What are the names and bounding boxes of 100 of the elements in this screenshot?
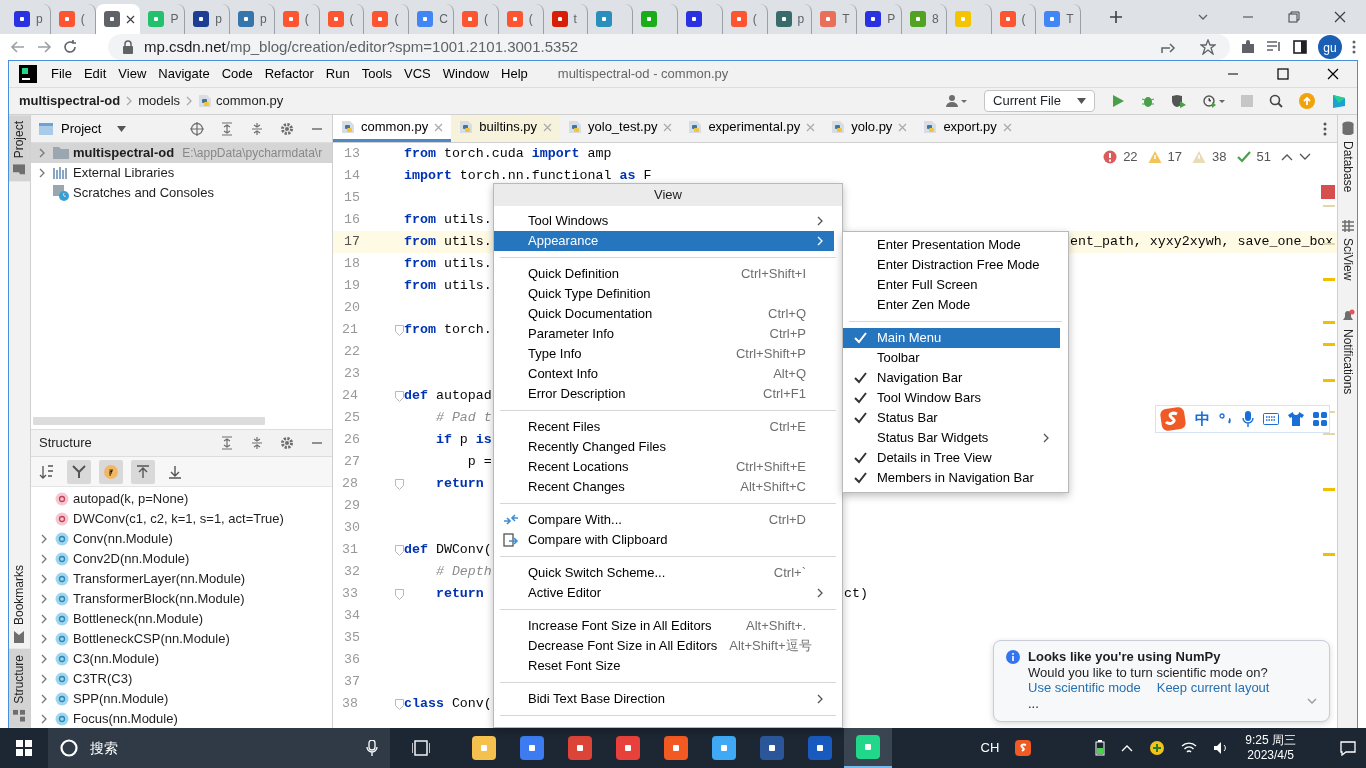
menu-item[interactable]: Enter Full Screen	[843, 275, 1060, 295]
structure-item[interactable]: TransformerBlock(nn.Module)	[31, 589, 332, 609]
shirt-icon[interactable]	[1288, 412, 1304, 426]
grid-icon[interactable]	[1313, 412, 1327, 426]
menu-item[interactable]: Tools	[355, 64, 399, 84]
chevron-up-icon[interactable]	[1121, 744, 1134, 752]
debug-icon[interactable]	[1141, 94, 1155, 108]
menu-item[interactable]: Quick Switch Scheme... Ctrl+`	[494, 563, 834, 583]
punctuation-icon[interactable]	[1219, 412, 1233, 426]
reload-icon[interactable]	[62, 39, 78, 55]
menu-item[interactable]: Enter Distraction Free Mode	[843, 255, 1060, 275]
menu-item[interactable]: Recent Locations Ctrl+Shift+E	[494, 457, 834, 477]
tool-window-tab[interactable]: Notifications	[1338, 302, 1357, 401]
editor-tab[interactable]: builtins.py	[451, 115, 560, 142]
tool-window-tab[interactable]: Structure	[9, 649, 30, 728]
menu-item[interactable]: Enter Presentation Mode	[843, 235, 1060, 255]
close-icon[interactable]	[1327, 68, 1339, 80]
microphone-icon[interactable]	[366, 740, 378, 756]
menu-item[interactable]: Refactor	[258, 64, 320, 84]
forward-icon[interactable]	[36, 39, 52, 55]
scrollbar-thumb[interactable]	[33, 417, 265, 425]
locate-icon[interactable]	[190, 121, 204, 136]
editor-tab[interactable]: experimental.py	[680, 115, 824, 142]
menu-item[interactable]: Compare With... Ctrl+D	[494, 510, 834, 530]
task-view-icon[interactable]	[412, 740, 430, 756]
menu-item[interactable]: Run	[319, 64, 356, 84]
expand-all-icon[interactable]	[220, 121, 234, 136]
collapse-all-icon[interactable]	[250, 436, 264, 450]
tool-window-tab[interactable]: Project	[9, 115, 30, 182]
menu-item[interactable]: File	[45, 64, 78, 84]
structure-item[interactable]: DWConv(c1, c2, k=1, s=1, act=True)	[31, 509, 332, 529]
breadcrumb-item[interactable]: common.py	[216, 93, 284, 109]
more-tabs-icon[interactable]	[1323, 122, 1327, 136]
menu-item[interactable]: Reset Font Size	[494, 656, 834, 676]
menu-item[interactable]: Navigation Bar	[843, 368, 1060, 388]
editor-tab[interactable]: export.py	[915, 115, 1020, 142]
structure-item[interactable]: SPP(nn.Module)	[31, 689, 332, 709]
menu-item[interactable]: Parameter Info Ctrl+P	[494, 324, 834, 344]
input-mode-text[interactable]: 中	[1195, 410, 1210, 428]
menu-item[interactable]: Enter Zen Mode	[843, 295, 1060, 315]
clock-date[interactable]: 2023/4/5	[1245, 748, 1296, 763]
menu-item[interactable]: Recent Changes Alt+Shift+C	[494, 477, 834, 497]
ime-tray-icon[interactable]	[1015, 740, 1032, 756]
search-field[interactable]: 搜索	[48, 728, 390, 768]
structure-item[interactable]: autopad(k, p=None)	[31, 489, 332, 509]
more-menu-icon[interactable]	[1352, 39, 1356, 55]
more-text[interactable]: ...	[1028, 695, 1039, 712]
notification-center-icon[interactable]	[1340, 740, 1356, 756]
menu-item[interactable]: Quick Definition Ctrl+Shift+I	[494, 264, 834, 284]
user-icon[interactable]	[946, 94, 969, 108]
tree-row[interactable]: Scratches and Consoles	[31, 183, 332, 203]
menu-item[interactable]: Navigate	[152, 64, 216, 84]
menu-item[interactable]: Toolbar	[843, 348, 1060, 368]
structure-item[interactable]: BottleneckCSP(nn.Module)	[31, 629, 332, 649]
toolbar-button[interactable]	[99, 459, 123, 484]
input-language[interactable]: CH	[980, 740, 1000, 756]
toolbar-button[interactable]	[67, 459, 91, 484]
menu-item[interactable]: Recent Files Ctrl+E	[494, 417, 834, 437]
run-config-dropdown[interactable]: Current File	[984, 90, 1095, 112]
toolbox-icon[interactable]	[1331, 93, 1347, 109]
avatar-button[interactable]: gu	[1318, 35, 1342, 59]
menu-item[interactable]: Context Info Alt+Q	[494, 364, 834, 384]
keyboard-icon[interactable]	[1263, 413, 1279, 425]
side-panel-icon[interactable]	[1292, 39, 1308, 55]
collapse-all-icon[interactable]	[250, 121, 264, 136]
tool-window-tab[interactable]: Database	[1338, 115, 1357, 199]
toolbar-button[interactable]	[131, 459, 155, 484]
menu-item[interactable]: View	[112, 64, 153, 84]
breadcrumb-item[interactable]: models	[138, 93, 181, 109]
profile-icon[interactable]	[1203, 94, 1225, 108]
menu-item[interactable]: Appearance	[494, 231, 834, 251]
structure-item[interactable]: Bottleneck(nn.Module)	[31, 609, 332, 629]
menu-item[interactable]: Compare with Clipboard	[494, 530, 834, 550]
tree-row[interactable]: multispectral-od E:\appData\pycharmdata\r	[31, 143, 332, 163]
menu-item[interactable]: Error Description Ctrl+F1	[494, 384, 834, 404]
view-dropdown[interactable]: Project	[61, 120, 127, 137]
menu-item[interactable]: Details in Tree View	[843, 448, 1060, 468]
menu-item[interactable]: Quick Documentation Ctrl+Q	[494, 304, 834, 324]
menu-item[interactable]: Status Bar Widgets	[843, 428, 1060, 448]
menu-item[interactable]: Help	[495, 64, 534, 84]
menu-item[interactable]: Recently Changed Files	[494, 437, 834, 457]
back-icon[interactable]	[10, 39, 26, 55]
tool-window-tab[interactable]: Bookmarks	[9, 559, 30, 650]
close-icon[interactable]	[1334, 11, 1346, 23]
menu-item[interactable]: Tool Windows	[494, 211, 834, 231]
breadcrumb-item[interactable]: multispectral-od	[19, 93, 121, 109]
restore-icon[interactable]	[1288, 11, 1300, 23]
close-icon[interactable]	[125, 14, 135, 24]
structure-item[interactable]: TransformerLayer(nn.Module)	[31, 569, 332, 589]
new-tab-icon[interactable]	[1109, 10, 1124, 24]
next-icon[interactable]	[1299, 151, 1311, 162]
maximize-icon[interactable]	[1277, 68, 1289, 80]
status-icon[interactable]	[1149, 740, 1166, 756]
structure-item[interactable]: Conv(nn.Module)	[31, 529, 332, 549]
menu-item[interactable]: Bidi Text Base Direction	[494, 689, 834, 709]
bookmark-star-icon[interactable]	[1200, 39, 1216, 55]
expand-all-icon[interactable]	[220, 436, 234, 450]
menu-item[interactable]: Type Info Ctrl+Shift+P	[494, 344, 834, 364]
microphone-icon[interactable]	[1242, 411, 1254, 427]
structure-item[interactable]: C3TR(C3)	[31, 669, 332, 689]
